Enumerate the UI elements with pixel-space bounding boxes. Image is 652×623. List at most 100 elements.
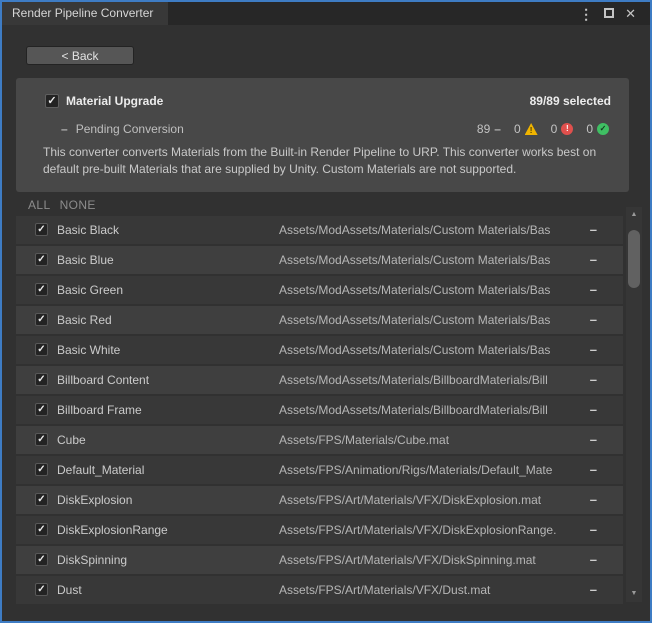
checkmark-icon: ✓ [37,405,45,415]
error-count: 0 ! [551,122,574,136]
warning-icon: ! [525,123,538,135]
row-checkbox[interactable]: ✓ [35,313,48,326]
row-checkbox[interactable]: ✓ [35,373,48,386]
row-status-dash-icon: – [590,306,597,334]
row-status-dash-icon: – [590,246,597,274]
table-row[interactable]: ✓ Cube Assets/FPS/Materials/Cube.mat – [16,426,623,454]
material-name: Basic Black [57,216,119,244]
material-path: Assets/ModAssets/Materials/BillboardMate… [279,396,548,424]
material-name: Basic White [57,336,120,364]
row-checkbox[interactable]: ✓ [35,493,48,506]
material-name: Billboard Content [57,366,149,394]
row-status-dash-icon: – [590,546,597,574]
maximize-square [604,8,614,18]
table-row[interactable]: ✓ Basic Black Assets/ModAssets/Materials… [16,216,623,244]
table-row[interactable]: ✓ Basic Green Assets/ModAssets/Materials… [16,276,623,304]
row-status-dash-icon: – [590,426,597,454]
pending-dash-icon: – [61,122,68,136]
row-status-dash-icon: – [590,276,597,304]
material-name: Billboard Frame [57,396,142,424]
close-icon[interactable]: ✕ [625,6,636,22]
checkmark-icon: ✓ [37,225,45,235]
checkmark-icon: ✓ [37,345,45,355]
table-row[interactable]: ✓ Basic Blue Assets/ModAssets/Materials/… [16,246,623,274]
table-row[interactable]: ✓ Billboard Frame Assets/ModAssets/Mater… [16,396,623,424]
converter-title: Material Upgrade [66,94,163,108]
table-row[interactable]: ✓ Basic White Assets/ModAssets/Materials… [16,336,623,364]
material-name: Cube [57,426,86,454]
row-checkbox[interactable]: ✓ [35,403,48,416]
material-path: Assets/ModAssets/Materials/Custom Materi… [279,306,550,334]
error-count-value: 0 [551,122,558,136]
checkmark-icon: ✓ [47,96,56,107]
table-row[interactable]: ✓ Basic Red Assets/ModAssets/Materials/C… [16,306,623,334]
scroll-up-icon[interactable]: ▲ [626,209,642,221]
material-name: DiskExplosionRange [57,516,168,544]
scrollbar-thumb[interactable] [628,230,640,288]
window-tab[interactable]: Render Pipeline Converter [2,2,168,25]
pending-count: 89 – [477,122,501,136]
window-title: Render Pipeline Converter [12,6,153,20]
row-status-dash-icon: – [590,486,597,514]
material-path: Assets/FPS/Materials/Cube.mat [279,426,449,454]
material-path: Assets/ModAssets/Materials/Custom Materi… [279,216,550,244]
material-name: Basic Red [57,306,112,334]
maximize-icon[interactable] [604,5,614,23]
row-checkbox[interactable]: ✓ [35,223,48,236]
checkmark-icon: ✓ [37,285,45,295]
material-upgrade-checkbox[interactable]: ✓ [45,94,59,108]
success-count: 0 ✓ [586,122,609,136]
material-path: Assets/FPS/Art/Materials/VFX/DiskSpinnin… [279,546,536,574]
material-path: Assets/ModAssets/Materials/Custom Materi… [279,276,550,304]
material-path: Assets/ModAssets/Materials/Custom Materi… [279,246,550,274]
warning-count: 0 ! [514,122,538,136]
checkmark-icon: ✓ [37,465,45,475]
row-checkbox[interactable]: ✓ [35,433,48,446]
table-row[interactable]: ✓ DiskSpinning Assets/FPS/Art/Materials/… [16,546,623,574]
kebab-menu-icon[interactable]: ⋮ [579,7,593,21]
scrollbar[interactable]: ▲ ▼ [626,207,642,602]
pending-conversion-label: Pending Conversion [76,122,184,136]
table-row[interactable]: ✓ Billboard Content Assets/ModAssets/Mat… [16,366,623,394]
back-button[interactable]: < Back [26,46,134,65]
checkmark-icon: ✓ [37,375,45,385]
row-checkbox[interactable]: ✓ [35,463,48,476]
scroll-down-icon[interactable]: ▼ [626,588,642,600]
table-row[interactable]: ✓ DiskExplosion Assets/FPS/Art/Materials… [16,486,623,514]
row-checkbox[interactable]: ✓ [35,583,48,596]
selected-summary: 89/89 selected [530,94,611,108]
row-status-dash-icon: – [590,216,597,244]
selection-shortcuts: ALL NONE [28,198,96,212]
select-all-button[interactable]: ALL [28,198,51,212]
row-status-dash-icon: – [590,396,597,424]
material-list: ✓ Basic Black Assets/ModAssets/Materials… [16,216,623,606]
pending-conversion-row[interactable]: – Pending Conversion 89 – 0 ! 0 ! 0 ✓ [16,120,629,138]
row-checkbox[interactable]: ✓ [35,523,48,536]
success-count-value: 0 [586,122,593,136]
success-icon: ✓ [597,123,609,135]
row-status-dash-icon: – [590,576,597,604]
checkmark-icon: ✓ [37,315,45,325]
row-status-dash-icon: – [590,456,597,484]
checkmark-icon: ✓ [37,525,45,535]
render-pipeline-converter-window: Render Pipeline Converter ⋮ ✕ < Back ✓ M… [0,0,652,623]
select-none-button[interactable]: NONE [60,198,96,212]
converter-description: This converter converts Materials from t… [43,144,613,178]
checkmark-icon: ✓ [37,255,45,265]
row-status-dash-icon: – [590,366,597,394]
table-row[interactable]: ✓ Dust Assets/FPS/Art/Materials/VFX/Dust… [16,576,623,604]
row-checkbox[interactable]: ✓ [35,343,48,356]
table-row[interactable]: ✓ Default_Material Assets/FPS/Animation/… [16,456,623,484]
material-path: Assets/FPS/Art/Materials/VFX/Dust.mat [279,576,490,604]
row-checkbox[interactable]: ✓ [35,553,48,566]
title-bar: Render Pipeline Converter ⋮ ✕ [2,2,650,25]
checkmark-icon: ✓ [37,585,45,595]
checkmark-icon: ✓ [37,555,45,565]
row-checkbox[interactable]: ✓ [35,283,48,296]
row-checkbox[interactable]: ✓ [35,253,48,266]
row-status-dash-icon: – [590,336,597,364]
table-row[interactable]: ✓ DiskExplosionRange Assets/FPS/Art/Mate… [16,516,623,544]
material-path: Assets/ModAssets/Materials/Custom Materi… [279,336,550,364]
pending-count-value: 89 [477,122,490,136]
window-controls: ⋮ ✕ [579,2,636,25]
